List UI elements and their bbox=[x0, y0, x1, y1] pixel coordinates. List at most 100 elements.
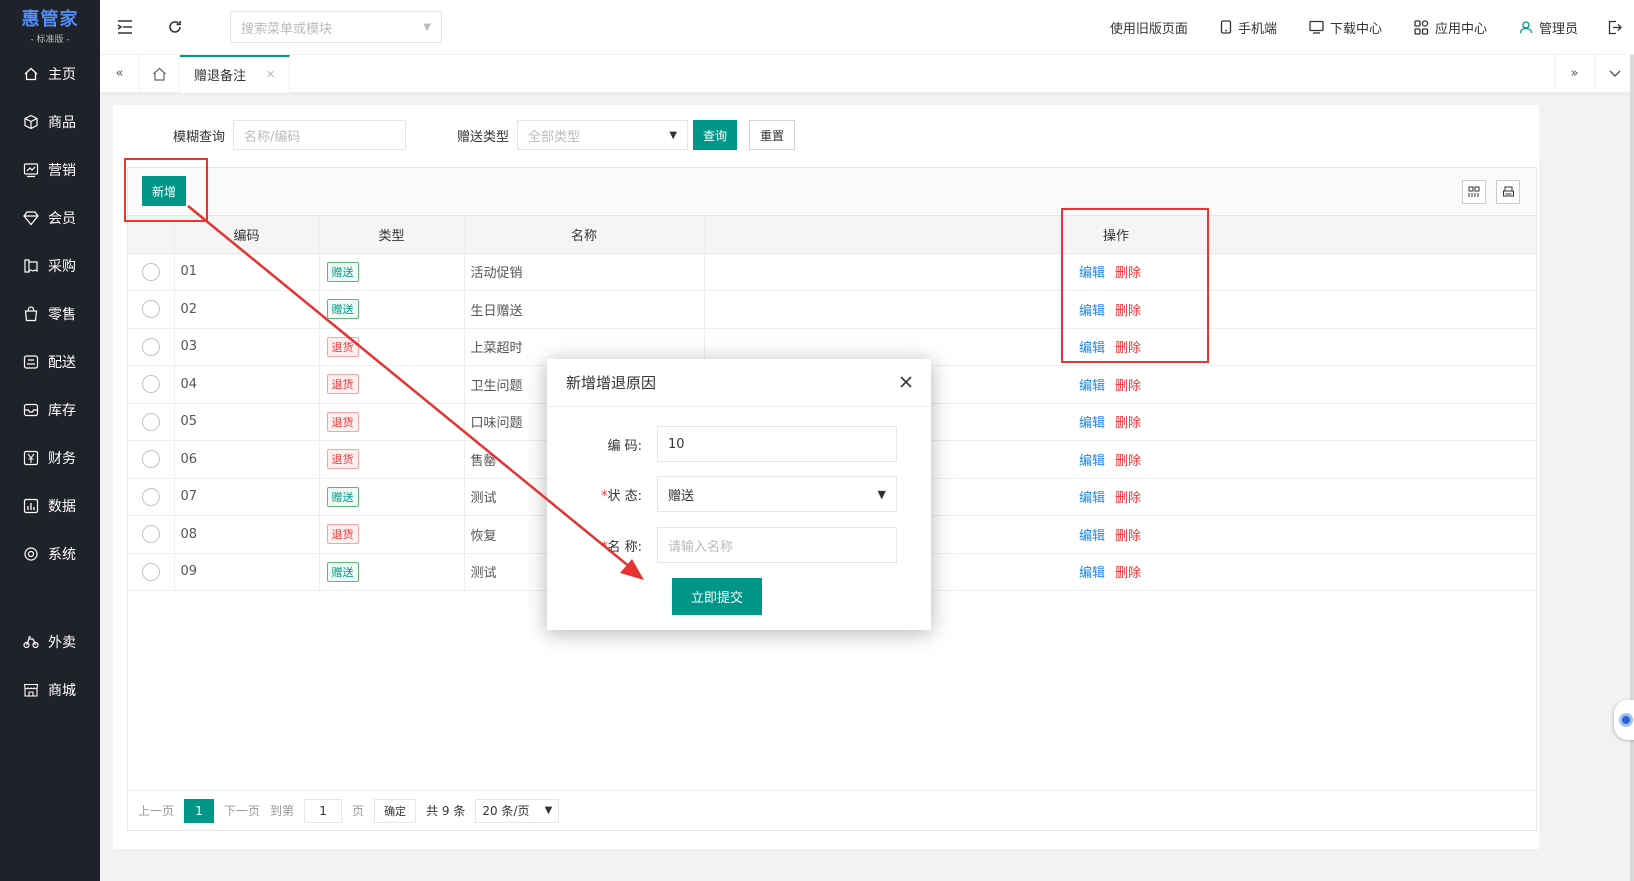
sidebar-item-2[interactable]: 商品 bbox=[0, 98, 100, 146]
mobile-label: 手机端 bbox=[1237, 21, 1277, 37]
query-button[interactable]: 查询 bbox=[693, 120, 738, 150]
select-cell bbox=[128, 440, 175, 479]
dialog-close-button[interactable] bbox=[895, 371, 917, 393]
row-radio[interactable] bbox=[141, 262, 160, 281]
edit-link[interactable]: 编辑 bbox=[1079, 566, 1105, 581]
fuzzy-search-input[interactable]: 名称/编码 bbox=[233, 120, 407, 150]
actions-cell: 编辑 删除 bbox=[1062, 478, 1170, 516]
select-header bbox=[128, 216, 175, 254]
edit-link[interactable]: 编辑 bbox=[1079, 491, 1105, 506]
download-center-link[interactable]: 下载中心 bbox=[1293, 18, 1398, 37]
row-radio[interactable] bbox=[141, 412, 160, 431]
delete-link[interactable]: 删除 bbox=[1115, 379, 1141, 394]
app-center-link[interactable]: 应用中心 bbox=[1398, 18, 1503, 37]
refresh-button[interactable] bbox=[150, 0, 200, 55]
code-cell: 07 bbox=[174, 478, 320, 516]
row-radio[interactable] bbox=[141, 337, 160, 356]
columns-filter-button[interactable] bbox=[1462, 180, 1486, 204]
sidebar-item-7[interactable]: 配送 bbox=[0, 338, 100, 386]
delete-link[interactable]: 删除 bbox=[1115, 529, 1141, 544]
prev-page-button[interactable]: 上一页 bbox=[138, 802, 174, 819]
columns-icon bbox=[1468, 186, 1480, 197]
add-button[interactable]: 新增 bbox=[142, 176, 187, 206]
edit-link[interactable]: 编辑 bbox=[1079, 454, 1105, 469]
page-size-select[interactable]: 20 条/页 ▼ bbox=[475, 798, 560, 823]
page-1-button[interactable]: 1 bbox=[184, 798, 215, 823]
tabs-menu-button[interactable] bbox=[1594, 54, 1634, 93]
reset-button[interactable]: 重置 bbox=[749, 120, 796, 150]
menu-search-select[interactable]: 搜索菜单或模块 ▼ bbox=[230, 11, 442, 43]
status-select[interactable]: 赠送 ▼ bbox=[657, 476, 897, 512]
delete-link[interactable]: 删除 bbox=[1115, 266, 1141, 281]
type-badge: 退货 bbox=[326, 374, 359, 395]
caret-down-icon: ▼ bbox=[423, 21, 431, 33]
row-radio[interactable] bbox=[141, 487, 160, 506]
delete-link[interactable]: 删除 bbox=[1115, 416, 1141, 431]
sidebar-item-4[interactable]: 会员 bbox=[0, 194, 100, 242]
filler-cell bbox=[1170, 553, 1536, 591]
delete-link[interactable]: 删除 bbox=[1115, 454, 1141, 469]
row-radio[interactable] bbox=[141, 300, 160, 319]
edit-link[interactable]: 编辑 bbox=[1079, 379, 1105, 394]
select-cell bbox=[128, 478, 175, 516]
app-center-label: 应用中心 bbox=[1434, 21, 1487, 37]
code-header: 编码 bbox=[174, 216, 320, 254]
sidebar-item-2-extra[interactable]: 商城 bbox=[0, 666, 100, 714]
tab-label: 赠退备注 bbox=[194, 69, 247, 84]
sidebar-item-11[interactable]: 系统 bbox=[0, 530, 100, 578]
submit-button[interactable]: 立即提交 bbox=[672, 578, 762, 615]
sidebar-item-1[interactable]: 主页 bbox=[0, 50, 100, 98]
logout-button[interactable] bbox=[1594, 20, 1634, 35]
tab-gift-return-notes[interactable]: 赠退备注 ✕ bbox=[180, 54, 291, 93]
top-header: 搜索菜单或模块 ▼ 使用旧版页面 手机端 下载中心 应用中心 管理员 bbox=[100, 0, 1634, 55]
name-input[interactable]: 请输入名称 bbox=[657, 527, 897, 563]
sidebar-item-1-extra[interactable]: 外卖 bbox=[0, 618, 100, 666]
delete-link[interactable]: 删除 bbox=[1115, 491, 1141, 506]
sidebar-item-3[interactable]: 营销 bbox=[0, 146, 100, 194]
edit-link[interactable]: 编辑 bbox=[1079, 341, 1105, 356]
delete-link[interactable]: 删除 bbox=[1115, 341, 1141, 356]
old-version-link[interactable]: 使用旧版页面 bbox=[1094, 18, 1204, 37]
sidebar-item-label: 营销 bbox=[48, 163, 76, 179]
edit-link[interactable]: 编辑 bbox=[1079, 529, 1105, 544]
code-cell: 06 bbox=[174, 440, 320, 479]
edit-link[interactable]: 编辑 bbox=[1079, 304, 1105, 319]
tabs-scroll-right-button[interactable]: » bbox=[1554, 54, 1594, 93]
menu-toggle-button[interactable] bbox=[100, 0, 150, 55]
gift-type-select[interactable]: 全部类型 ▼ bbox=[517, 120, 689, 150]
page-scrollbar[interactable] bbox=[1630, 55, 1634, 881]
code-input[interactable]: 10 bbox=[657, 426, 897, 462]
row-radio[interactable] bbox=[141, 450, 160, 469]
user-name: 管理员 bbox=[1538, 21, 1578, 37]
delete-link[interactable]: 删除 bbox=[1115, 566, 1141, 581]
row-radio[interactable] bbox=[141, 375, 160, 394]
sidebar-item-6[interactable]: 零售 bbox=[0, 290, 100, 338]
goto-page-input[interactable]: 1 bbox=[304, 798, 343, 823]
home-tab[interactable] bbox=[140, 54, 180, 93]
name-label-wrap: *名 称: bbox=[547, 536, 657, 555]
code-cell: 09 bbox=[174, 553, 320, 591]
sidebar-item-9[interactable]: 财务 bbox=[0, 434, 100, 482]
user-icon bbox=[1519, 20, 1533, 34]
mobile-link[interactable]: 手机端 bbox=[1204, 18, 1293, 37]
edit-link[interactable]: 编辑 bbox=[1079, 266, 1105, 281]
tabs-scroll-left-button[interactable]: « bbox=[100, 54, 140, 93]
print-button[interactable] bbox=[1496, 180, 1520, 204]
assistant-bubble[interactable] bbox=[1614, 700, 1634, 740]
edit-link[interactable]: 编辑 bbox=[1079, 416, 1105, 431]
close-icon[interactable]: ✕ bbox=[266, 68, 275, 81]
brand-logo[interactable]: 惠管家 - 标准版 - bbox=[0, 0, 100, 50]
row-radio[interactable] bbox=[141, 562, 160, 581]
goto-confirm-button[interactable]: 确定 bbox=[374, 798, 417, 823]
delete-link[interactable]: 删除 bbox=[1115, 304, 1141, 319]
filler-header bbox=[1170, 216, 1536, 254]
code-cell: 02 bbox=[174, 290, 320, 329]
next-page-button[interactable]: 下一页 bbox=[224, 802, 260, 819]
sidebar-item-5[interactable]: 采购 bbox=[0, 242, 100, 290]
chevron-down-icon bbox=[1609, 70, 1620, 77]
sidebar-item-10[interactable]: 数据 bbox=[0, 482, 100, 530]
sidebar: 惠管家 - 标准版 - 主页 商品营销会员 采购 零售 配送 库存 财务 数据 系统 外卖 商城 bbox=[0, 0, 100, 881]
user-menu[interactable]: 管理员 bbox=[1503, 18, 1594, 37]
sidebar-item-8[interactable]: 库存 bbox=[0, 386, 100, 434]
row-radio[interactable] bbox=[141, 525, 160, 544]
